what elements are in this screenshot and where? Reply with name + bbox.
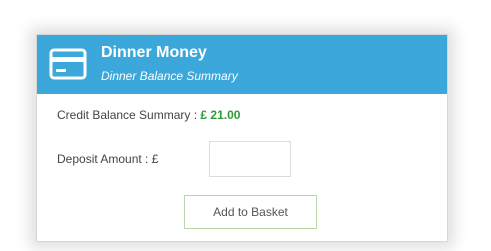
deposit-amount-label: Deposit Amount : £ [57,152,159,166]
credit-card-icon [49,48,87,80]
card-title: Dinner Money [101,44,207,61]
credit-balance-label: Credit Balance Summary : [57,108,198,122]
card-subtitle: Dinner Balance Summary [101,69,238,83]
dinner-money-card: Dinner Money Dinner Balance Summary Cred… [36,34,448,242]
deposit-amount-input[interactable] [209,141,291,177]
card-header: Dinner Money Dinner Balance Summary [37,35,447,94]
add-to-basket-button[interactable]: Add to Basket [184,195,317,229]
credit-balance-row: Credit Balance Summary : £ 21.00 [57,108,240,122]
credit-balance-amount: £ 21.00 [200,108,241,122]
